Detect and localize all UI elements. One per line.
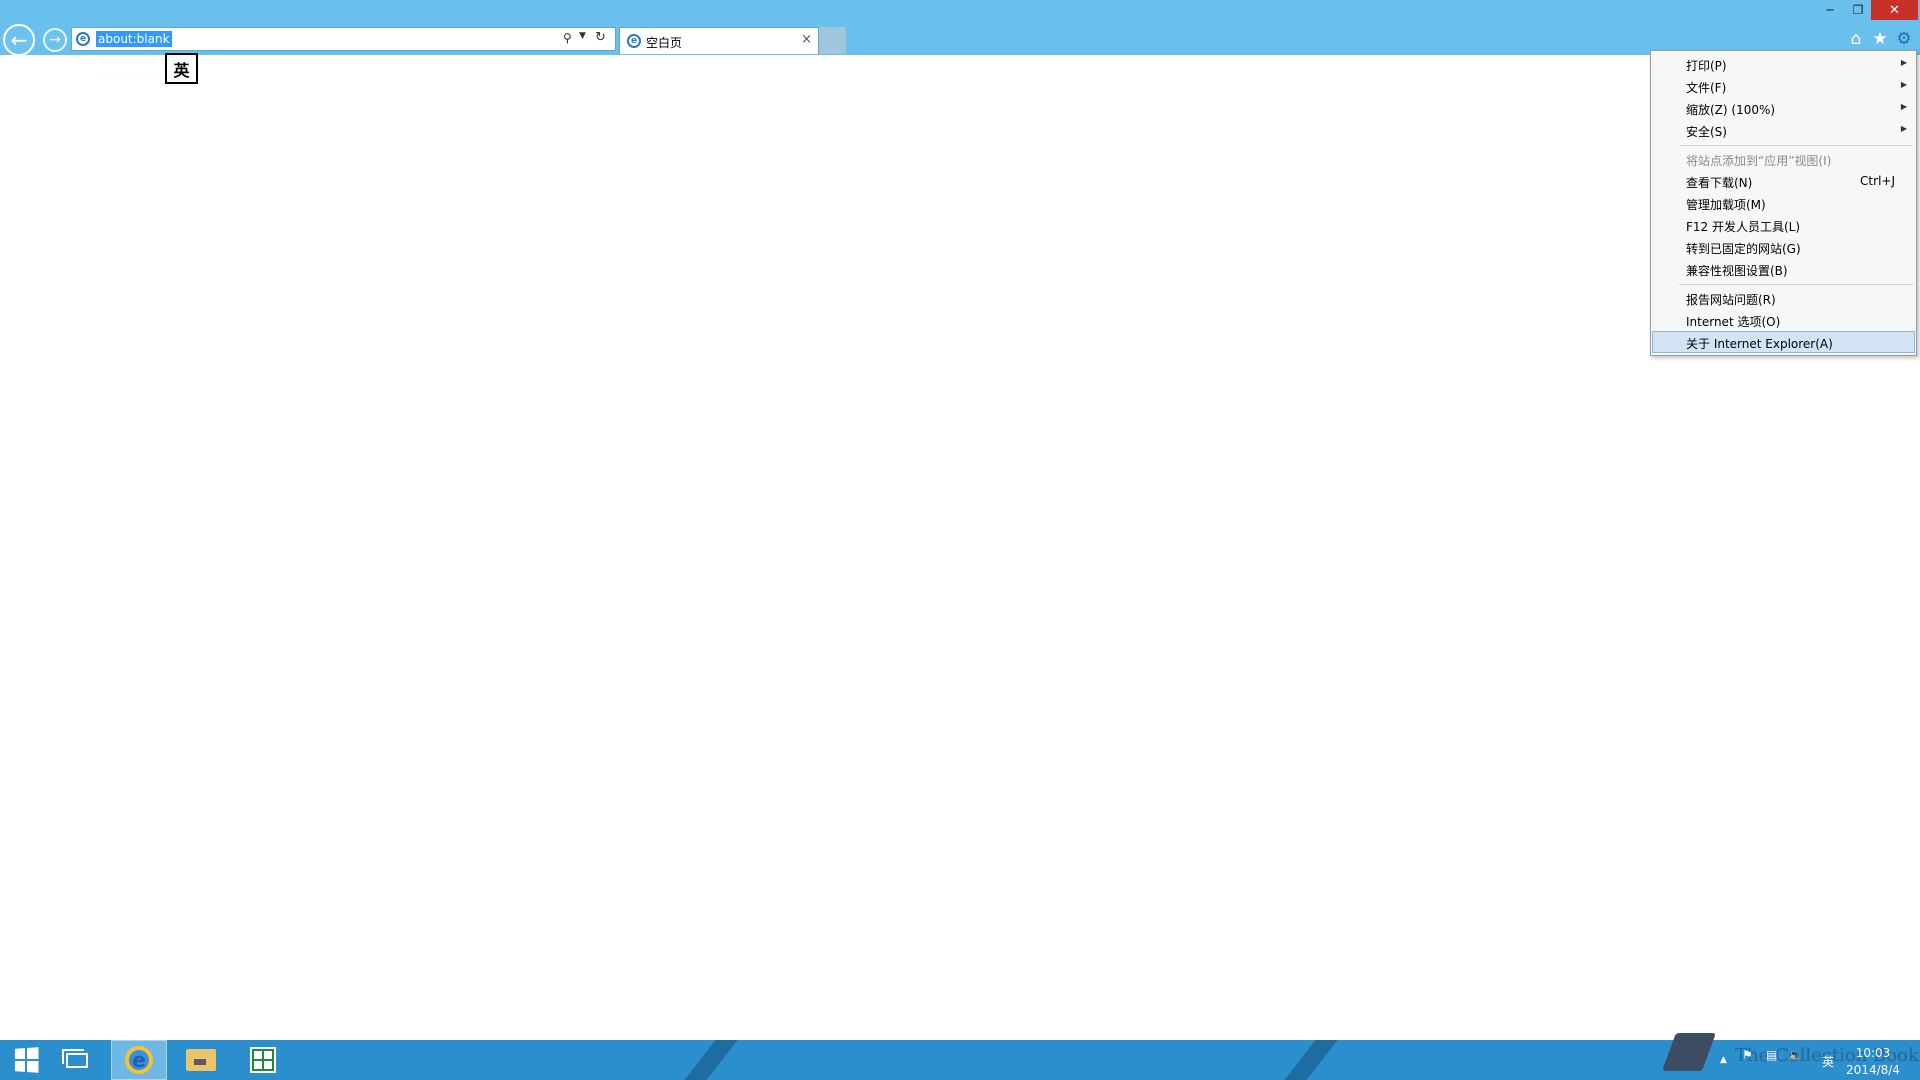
menu-item-about-ie[interactable]: 关于 Internet Explorer(A) <box>1652 331 1915 353</box>
forward-arrow-icon: → <box>49 32 61 48</box>
menu-item-file[interactable]: 文件(F) ▶ <box>1652 75 1915 97</box>
menu-item-zoom[interactable]: 缩放(Z) (100%) ▶ <box>1652 97 1915 119</box>
forward-button[interactable]: → <box>43 28 67 52</box>
restore-icon: ❐ <box>1852 3 1864 17</box>
refresh-icon[interactable]: ↻ <box>595 30 606 45</box>
shortcut-label: Ctrl+J <box>1860 174 1895 188</box>
taskbar-file-explorer-button[interactable] <box>173 1040 229 1080</box>
menu-item-internet-options[interactable]: Internet 选项(O) <box>1652 309 1915 331</box>
tools-menu: 打印(P) ▶ 文件(F) ▶ 缩放(Z) (100%) ▶ 安全(S) ▶ 将… <box>1650 50 1917 356</box>
menu-item-f12-dev-tools[interactable]: F12 开发人员工具(L) <box>1652 214 1915 236</box>
chevron-right-icon: ▶ <box>1900 58 1907 67</box>
flag-icon[interactable]: ⚑ <box>1742 1048 1753 1062</box>
tray-ime-indicator[interactable]: 英 <box>1822 1053 1834 1070</box>
file-explorer-icon <box>186 1049 216 1071</box>
show-hidden-icons-icon[interactable]: ▲ <box>1720 1055 1727 1065</box>
taskbar-store-button[interactable] <box>235 1040 291 1080</box>
taskbar-decoration <box>684 1040 738 1080</box>
taskbar-decoration <box>1284 1040 1338 1080</box>
close-tab-icon[interactable]: × <box>801 32 812 47</box>
start-button[interactable] <box>3 1040 49 1080</box>
taskbar: e <box>0 1040 1920 1080</box>
tab-title: 空白页 <box>646 36 683 50</box>
address-url[interactable]: about:blank <box>96 31 172 47</box>
ie-icon: e <box>125 1046 153 1074</box>
close-window-button[interactable]: ✕ <box>1871 0 1918 20</box>
clock-time: 10:03 <box>1855 1046 1891 1060</box>
menu-item-compat-view[interactable]: 兼容性视图设置(B) <box>1652 258 1915 280</box>
restore-button[interactable]: ❐ <box>1845 0 1871 20</box>
minimize-icon: ─ <box>1826 3 1834 17</box>
clock[interactable]: 10:03 2014/8/4 <box>1843 1045 1903 1079</box>
search-icon[interactable]: ⚲ <box>563 31 572 45</box>
menu-item-manage-addons[interactable]: 管理加载项(M) <box>1652 192 1915 214</box>
chevron-down-icon[interactable]: ▼ <box>579 31 586 41</box>
home-icon[interactable]: ⌂ <box>1845 28 1867 50</box>
volume-icon[interactable]: 🔈 <box>1788 1048 1803 1062</box>
store-icon <box>250 1047 276 1073</box>
taskbar-desktop-button[interactable] <box>53 1040 101 1080</box>
menu-separator <box>1679 145 1913 146</box>
windows-logo-icon <box>14 1047 39 1073</box>
ie-icon: e <box>76 32 90 46</box>
back-button[interactable]: ← <box>3 24 35 56</box>
network-icon[interactable]: ▤ <box>1766 1048 1777 1062</box>
minimize-button[interactable]: ─ <box>1817 0 1843 20</box>
close-icon: ✕ <box>1889 2 1900 18</box>
tab-blank-page[interactable]: e 空白页 × <box>619 27 819 54</box>
new-tab-button[interactable] <box>819 27 846 54</box>
ie-icon: e <box>627 34 641 48</box>
browser-toolbar: ← → e about:blank ⚲ ▼ ↻ e 空白页 × ─ ❐ ✕ ⌂ … <box>0 0 1920 56</box>
book-icon <box>1662 1033 1716 1071</box>
menu-separator <box>1679 284 1913 285</box>
favorites-star-icon[interactable]: ★ <box>1869 28 1891 50</box>
chevron-right-icon: ▶ <box>1900 102 1907 111</box>
address-bar[interactable]: e about:blank ⚲ ▼ ↻ <box>71 27 616 51</box>
back-arrow-icon: ← <box>10 28 28 52</box>
ime-indicator: 英 <box>165 53 198 84</box>
menu-item-pinned-sites[interactable]: 转到已固定的网站(G) <box>1652 236 1915 258</box>
menu-item-view-downloads[interactable]: 查看下载(N) Ctrl+J <box>1652 170 1915 192</box>
chevron-right-icon: ▶ <box>1900 80 1907 89</box>
chevron-right-icon: ▶ <box>1900 124 1907 133</box>
desktop-icon <box>62 1048 88 1068</box>
gear-icon[interactable]: ⚙ <box>1893 28 1915 50</box>
taskbar-ie-button[interactable]: e <box>111 1040 167 1080</box>
menu-item-safety[interactable]: 安全(S) ▶ <box>1652 119 1915 141</box>
clock-date: 2014/8/4 <box>1846 1063 1900 1077</box>
menu-item-print[interactable]: 打印(P) ▶ <box>1652 53 1915 75</box>
menu-item-add-to-apps-view: 将站点添加到“应用”视图(I) <box>1686 154 1832 168</box>
menu-item-report-problem[interactable]: 报告网站问题(R) <box>1652 287 1915 309</box>
